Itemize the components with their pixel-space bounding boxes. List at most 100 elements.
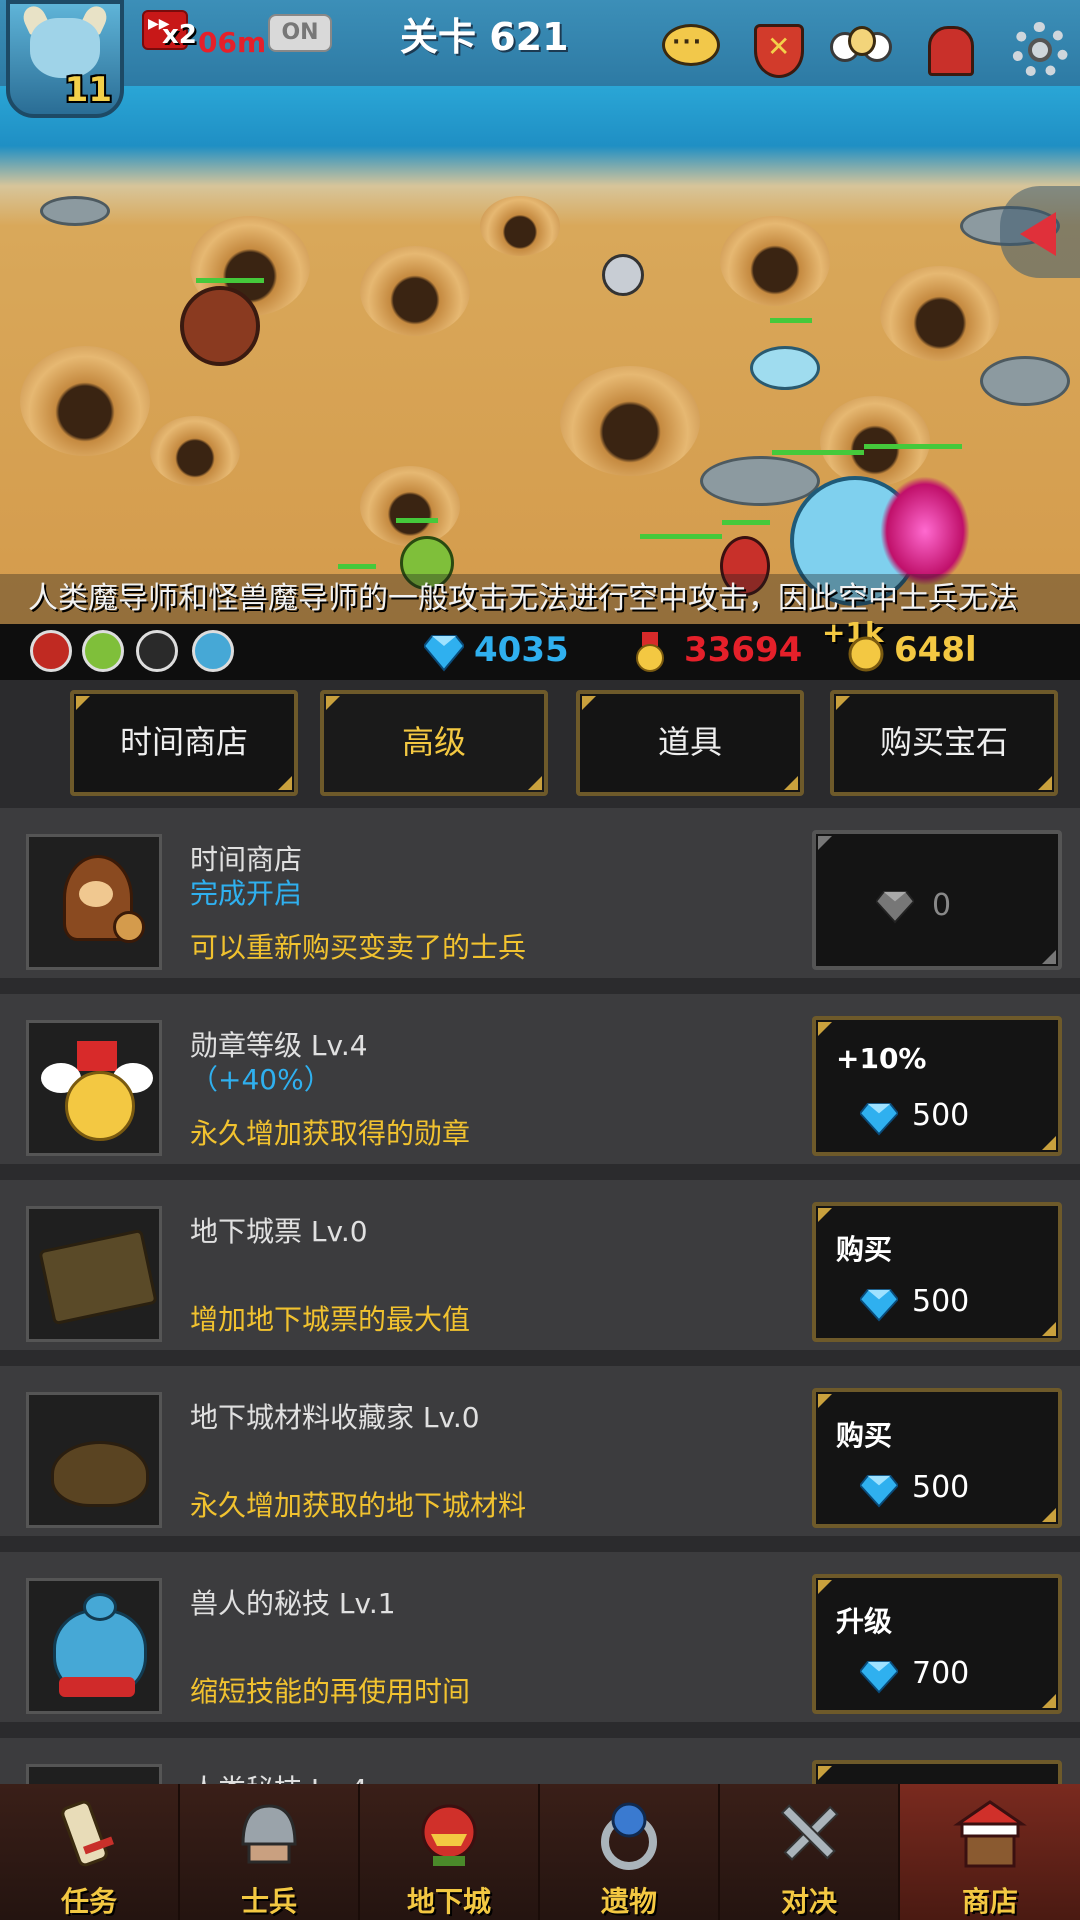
buy-button-time-shop[interactable]: 0 xyxy=(812,830,1062,970)
player-level: 11 xyxy=(64,70,112,110)
mailbox-icon[interactable] xyxy=(920,20,982,78)
angel-icon[interactable] xyxy=(830,20,892,78)
unit-health-bar xyxy=(864,444,962,449)
speed-timer: 06m xyxy=(198,26,267,59)
sand-mound xyxy=(880,266,1000,361)
item-cost: 700 xyxy=(912,1656,970,1691)
sand-mound xyxy=(20,346,150,456)
tab-premium[interactable]: 高级 xyxy=(320,690,548,796)
gem-icon xyxy=(860,1474,898,1508)
item-cost: 0 xyxy=(932,888,952,923)
nav-soldiers[interactable]: 士兵 xyxy=(180,1784,360,1920)
battle-scene[interactable] xyxy=(0,86,1080,624)
sand-mound xyxy=(150,416,240,486)
hero-green-icon[interactable] xyxy=(82,630,124,672)
shop-row-orc-secret: 兽人的秘技 Lv.1 缩短技能的再使用时间 升级 700 xyxy=(0,1552,1080,1738)
unit-health-bar xyxy=(722,520,770,525)
nav-label: 遗物 xyxy=(600,1885,657,1918)
nav-label: 商店 xyxy=(961,1885,1018,1918)
guild-icon[interactable]: ✕ xyxy=(748,20,810,78)
avatar-face xyxy=(30,18,100,78)
sand-mound xyxy=(360,246,470,336)
item-name: 地下城材料收藏家 Lv.0 xyxy=(190,1401,480,1434)
button-label: +10% xyxy=(836,1042,927,1075)
item-name: 兽人的秘技 Lv.1 xyxy=(190,1587,396,1620)
gold-count: 648l xyxy=(894,630,977,670)
sand-mound xyxy=(360,466,460,546)
shop-item-list[interactable]: 时间商店 完成开启 可以重新购买变卖了的士兵 0 勋章等级 Lv.4 （+40%… xyxy=(0,808,1080,1784)
shop-tabs: 时间商店 高级 道具 购买宝石 xyxy=(0,680,1080,808)
orb-ring-icon xyxy=(601,1802,657,1870)
stage-title: 关卡 621 xyxy=(400,15,569,59)
rock xyxy=(40,196,110,226)
player-avatar[interactable]: 11 xyxy=(6,0,124,118)
top-bar: ▶▶ x2 06m ON 关卡 621 ··· ✕ xyxy=(0,0,1080,86)
shop-row-medal-level: 勋章等级 Lv.4 （+40%） 永久增加获取得的勋章 +10% 500 xyxy=(0,994,1080,1180)
shop-row-material-collector: 地下城材料收藏家 Lv.0 永久增加获取的地下城材料 购买 500 xyxy=(0,1366,1080,1552)
nav-label: 地下城 xyxy=(406,1885,491,1918)
unit-health-bar xyxy=(196,278,264,283)
nav-duel[interactable]: 对决 xyxy=(720,1784,900,1920)
chat-icon[interactable]: ··· xyxy=(660,20,722,78)
unit-health-bar xyxy=(396,518,438,523)
sand-mound xyxy=(480,196,560,256)
gem-icon xyxy=(860,1660,898,1694)
settings-icon[interactable] xyxy=(1008,20,1074,78)
gold-coin-icon xyxy=(848,636,884,672)
buy-button-human-secret[interactable] xyxy=(812,1760,1062,1784)
sand-mound xyxy=(720,216,830,306)
dungeon-ticket-icon xyxy=(26,1206,162,1342)
bottom-nav: 任务 士兵 地下城 遗物 对决 商店 xyxy=(0,1784,1080,1920)
tab-time-shop[interactable]: 时间商店 xyxy=(70,690,298,796)
hero-blue-icon[interactable] xyxy=(192,630,234,672)
unit-health-bar xyxy=(772,450,864,455)
orc-head-icon xyxy=(26,1578,162,1714)
rock xyxy=(700,456,820,506)
item-name: 人类秘技 Lv.4 xyxy=(190,1768,368,1784)
nav-relics[interactable]: 遗物 xyxy=(540,1784,720,1920)
nav-dungeon[interactable]: 地下城 xyxy=(360,1784,540,1920)
auto-toggle[interactable]: ON xyxy=(268,14,332,52)
ice-dragon-unit xyxy=(750,346,820,390)
item-cost: 500 xyxy=(912,1284,970,1319)
upgrade-button-orc-secret[interactable]: 升级 700 xyxy=(812,1574,1062,1714)
scroll-icon xyxy=(61,1800,114,1867)
item-status: 完成开启 xyxy=(190,877,303,910)
speed-multiplier: x2 xyxy=(162,20,197,50)
buy-button-material-collector[interactable]: 购买 500 xyxy=(812,1388,1062,1528)
gem-icon xyxy=(860,1102,898,1136)
gem-count: 4035 xyxy=(474,630,569,670)
monster-plant-icon xyxy=(421,1804,477,1866)
item-description: 永久增加获取的地下城材料 xyxy=(190,1489,527,1522)
sand-mound xyxy=(820,396,930,486)
tab-items[interactable]: 道具 xyxy=(576,690,804,796)
tab-buy-gems[interactable]: 购买宝石 xyxy=(830,690,1058,796)
sand-mound xyxy=(560,366,700,476)
nav-shop[interactable]: 商店 xyxy=(900,1784,1080,1920)
crossed-swords-icon xyxy=(780,1804,839,1861)
buy-button-dungeon-ticket[interactable]: 购买 500 xyxy=(812,1202,1062,1342)
item-description: 永久增加获取得的勋章 xyxy=(190,1117,471,1150)
buy-button-medal-level[interactable]: +10% 500 xyxy=(812,1016,1062,1156)
nav-label: 任务 xyxy=(60,1885,117,1918)
nav-quests[interactable]: 任务 xyxy=(0,1784,180,1920)
side-panel-toggle[interactable] xyxy=(1000,186,1080,278)
item-cost: 500 xyxy=(912,1470,970,1505)
flying-bird-unit xyxy=(602,254,644,296)
gem-gray-icon xyxy=(876,890,914,924)
gem-icon xyxy=(860,1288,898,1322)
medal-count: 33694 xyxy=(684,630,803,670)
item-bonus: （+40%） xyxy=(190,1063,332,1096)
material-sack-icon xyxy=(26,1392,162,1528)
unit-health-bar xyxy=(640,534,722,539)
button-label: 升级 xyxy=(836,1605,893,1638)
shop-row-human-secret: 人类秘技 Lv.4 xyxy=(0,1738,1080,1784)
button-label: 购买 xyxy=(836,1233,893,1266)
unit-health-bar xyxy=(338,564,376,569)
hero-red-icon[interactable] xyxy=(30,630,72,672)
gem-icon xyxy=(424,635,464,672)
human-head-icon xyxy=(26,1764,162,1784)
cannon-unit xyxy=(180,286,260,366)
resource-bar: 4035 33694 +1k 648l xyxy=(0,616,1080,680)
hero-dark-icon[interactable] xyxy=(136,630,178,672)
